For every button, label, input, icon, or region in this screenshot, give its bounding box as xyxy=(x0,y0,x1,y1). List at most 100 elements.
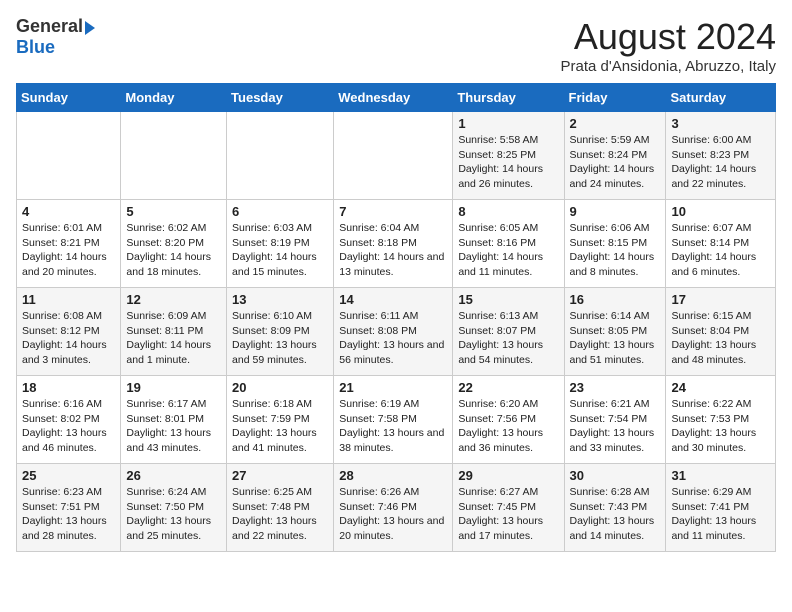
day-number: 31 xyxy=(671,468,770,483)
calendar-cell: 25 Sunrise: 6:23 AM Sunset: 7:51 PM Dayli… xyxy=(17,464,121,552)
calendar-cell: 14 Sunrise: 6:11 AM Sunset: 8:08 PM Dayli… xyxy=(334,288,453,376)
col-header-monday: Monday xyxy=(121,84,227,112)
calendar-cell: 31 Sunrise: 6:29 AM Sunset: 7:41 PM Dayli… xyxy=(666,464,776,552)
calendar-cell: 23 Sunrise: 6:21 AM Sunset: 7:54 PM Dayli… xyxy=(564,376,666,464)
day-info: Sunrise: 6:26 AM Sunset: 7:46 PM Dayligh… xyxy=(339,485,447,544)
calendar-cell: 21 Sunrise: 6:19 AM Sunset: 7:58 PM Dayli… xyxy=(334,376,453,464)
calendar-cell: 15 Sunrise: 6:13 AM Sunset: 8:07 PM Dayli… xyxy=(453,288,564,376)
col-header-saturday: Saturday xyxy=(666,84,776,112)
day-info: Sunrise: 6:09 AM Sunset: 8:11 PM Dayligh… xyxy=(126,309,221,368)
logo-general-text: General xyxy=(16,16,83,37)
day-info: Sunrise: 5:59 AM Sunset: 8:24 PM Dayligh… xyxy=(570,133,661,192)
day-number: 22 xyxy=(458,380,558,395)
day-info: Sunrise: 6:16 AM Sunset: 8:02 PM Dayligh… xyxy=(22,397,115,456)
col-header-thursday: Thursday xyxy=(453,84,564,112)
calendar-cell: 6Sunrise: 6:03 AM Sunset: 8:19 PM Daylig… xyxy=(227,200,334,288)
day-info: Sunrise: 6:24 AM Sunset: 7:50 PM Dayligh… xyxy=(126,485,221,544)
logo: General Blue xyxy=(16,16,95,58)
day-number: 23 xyxy=(570,380,661,395)
day-info: Sunrise: 6:10 AM Sunset: 8:09 PM Dayligh… xyxy=(232,309,328,368)
day-info: Sunrise: 6:22 AM Sunset: 7:53 PM Dayligh… xyxy=(671,397,770,456)
day-number: 5 xyxy=(126,204,221,219)
day-info: Sunrise: 6:01 AM Sunset: 8:21 PM Dayligh… xyxy=(22,221,115,280)
day-number: 1 xyxy=(458,116,558,131)
day-number: 17 xyxy=(671,292,770,307)
title-block: August 2024 Prata d'Ansidonia, Abruzzo, … xyxy=(561,16,777,75)
day-info: Sunrise: 6:05 AM Sunset: 8:16 PM Dayligh… xyxy=(458,221,558,280)
calendar-cell: 16Sunrise: 6:14 AM Sunset: 8:05 PM Dayli… xyxy=(564,288,666,376)
day-info: Sunrise: 6:03 AM Sunset: 8:19 PM Dayligh… xyxy=(232,221,328,280)
day-info: Sunrise: 6:18 AM Sunset: 7:59 PM Dayligh… xyxy=(232,397,328,456)
calendar-cell xyxy=(17,112,121,200)
day-info: Sunrise: 6:28 AM Sunset: 7:43 PM Dayligh… xyxy=(570,485,661,544)
day-number: 8 xyxy=(458,204,558,219)
col-header-tuesday: Tuesday xyxy=(227,84,334,112)
day-number: 14 xyxy=(339,292,447,307)
day-info: Sunrise: 6:25 AM Sunset: 7:48 PM Dayligh… xyxy=(232,485,328,544)
day-info: Sunrise: 6:19 AM Sunset: 7:58 PM Dayligh… xyxy=(339,397,447,456)
calendar-cell: 11 Sunrise: 6:08 AM Sunset: 8:12 PM Dayli… xyxy=(17,288,121,376)
page-subtitle: Prata d'Ansidonia, Abruzzo, Italy xyxy=(561,58,777,75)
day-info: Sunrise: 6:07 AM Sunset: 8:14 PM Dayligh… xyxy=(671,221,770,280)
day-info: Sunrise: 6:04 AM Sunset: 8:18 PM Dayligh… xyxy=(339,221,447,280)
day-info: Sunrise: 6:21 AM Sunset: 7:54 PM Dayligh… xyxy=(570,397,661,456)
day-number: 12 xyxy=(126,292,221,307)
calendar-cell: 8 Sunrise: 6:05 AM Sunset: 8:16 PM Daylig… xyxy=(453,200,564,288)
calendar-cell: 18Sunrise: 6:16 AM Sunset: 8:02 PM Dayli… xyxy=(17,376,121,464)
day-number: 11 xyxy=(22,292,115,307)
page-title: August 2024 xyxy=(561,16,777,58)
day-number: 24 xyxy=(671,380,770,395)
calendar-cell: 7 Sunrise: 6:04 AM Sunset: 8:18 PM Daylig… xyxy=(334,200,453,288)
day-info: Sunrise: 6:00 AM Sunset: 8:23 PM Dayligh… xyxy=(671,133,770,192)
day-number: 21 xyxy=(339,380,447,395)
calendar-cell: 22 Sunrise: 6:20 AM Sunset: 7:56 PM Dayli… xyxy=(453,376,564,464)
calendar-cell: 9 Sunrise: 6:06 AM Sunset: 8:15 PM Daylig… xyxy=(564,200,666,288)
col-header-wednesday: Wednesday xyxy=(334,84,453,112)
calendar-cell: 19 Sunrise: 6:17 AM Sunset: 8:01 PM Dayli… xyxy=(121,376,227,464)
day-number: 13 xyxy=(232,292,328,307)
col-header-friday: Friday xyxy=(564,84,666,112)
calendar-cell: 26Sunrise: 6:24 AM Sunset: 7:50 PM Dayli… xyxy=(121,464,227,552)
day-number: 2 xyxy=(570,116,661,131)
calendar-cell: 17 Sunrise: 6:15 AM Sunset: 8:04 PM Dayli… xyxy=(666,288,776,376)
day-info: Sunrise: 6:29 AM Sunset: 7:41 PM Dayligh… xyxy=(671,485,770,544)
day-number: 10 xyxy=(671,204,770,219)
day-number: 27 xyxy=(232,468,328,483)
calendar-cell: 12 Sunrise: 6:09 AM Sunset: 8:11 PM Dayli… xyxy=(121,288,227,376)
logo-arrow-icon xyxy=(85,21,95,35)
day-number: 7 xyxy=(339,204,447,219)
day-number: 19 xyxy=(126,380,221,395)
calendar-table: SundayMondayTuesdayWednesdayThursdayFrid… xyxy=(16,83,776,552)
calendar-cell: 2 Sunrise: 5:59 AM Sunset: 8:24 PM Daylig… xyxy=(564,112,666,200)
day-number: 28 xyxy=(339,468,447,483)
day-number: 15 xyxy=(458,292,558,307)
day-info: Sunrise: 6:11 AM Sunset: 8:08 PM Dayligh… xyxy=(339,309,447,368)
day-number: 30 xyxy=(570,468,661,483)
calendar-cell xyxy=(334,112,453,200)
calendar-cell xyxy=(227,112,334,200)
calendar-cell: 3Sunrise: 6:00 AM Sunset: 8:23 PM Daylig… xyxy=(666,112,776,200)
day-info: Sunrise: 6:15 AM Sunset: 8:04 PM Dayligh… xyxy=(671,309,770,368)
day-info: Sunrise: 6:23 AM Sunset: 7:51 PM Dayligh… xyxy=(22,485,115,544)
day-number: 16 xyxy=(570,292,661,307)
calendar-cell: 20 Sunrise: 6:18 AM Sunset: 7:59 PM Dayli… xyxy=(227,376,334,464)
day-number: 4 xyxy=(22,204,115,219)
calendar-cell: 1Sunrise: 5:58 AM Sunset: 8:25 PM Daylig… xyxy=(453,112,564,200)
day-number: 9 xyxy=(570,204,661,219)
logo-blue-text: Blue xyxy=(16,37,55,58)
day-number: 29 xyxy=(458,468,558,483)
calendar-cell: 29 Sunrise: 6:27 AM Sunset: 7:45 PM Dayli… xyxy=(453,464,564,552)
day-info: Sunrise: 6:13 AM Sunset: 8:07 PM Dayligh… xyxy=(458,309,558,368)
calendar-cell: 28 Sunrise: 6:26 AM Sunset: 7:46 PM Dayli… xyxy=(334,464,453,552)
day-number: 25 xyxy=(22,468,115,483)
day-info: Sunrise: 6:27 AM Sunset: 7:45 PM Dayligh… xyxy=(458,485,558,544)
calendar-cell: 24 Sunrise: 6:22 AM Sunset: 7:53 PM Dayli… xyxy=(666,376,776,464)
col-header-sunday: Sunday xyxy=(17,84,121,112)
calendar-cell: 4 Sunrise: 6:01 AM Sunset: 8:21 PM Daylig… xyxy=(17,200,121,288)
day-info: Sunrise: 6:17 AM Sunset: 8:01 PM Dayligh… xyxy=(126,397,221,456)
day-number: 20 xyxy=(232,380,328,395)
page-header: General Blue August 2024 Prata d'Ansidon… xyxy=(16,16,776,75)
day-info: Sunrise: 6:06 AM Sunset: 8:15 PM Dayligh… xyxy=(570,221,661,280)
day-info: Sunrise: 6:08 AM Sunset: 8:12 PM Dayligh… xyxy=(22,309,115,368)
day-info: Sunrise: 6:20 AM Sunset: 7:56 PM Dayligh… xyxy=(458,397,558,456)
